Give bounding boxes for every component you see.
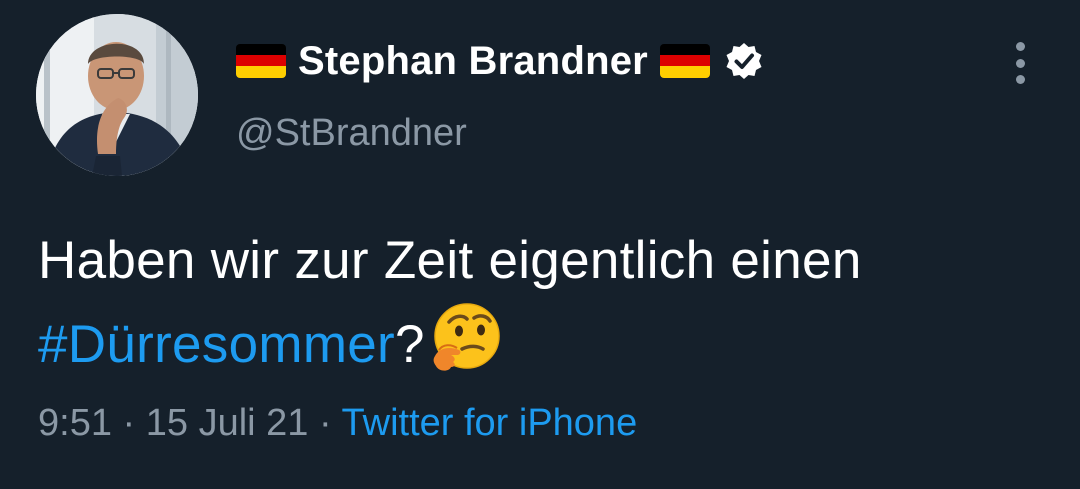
germany-flag-icon — [236, 44, 286, 78]
tweet-text: Haben wir zur Zeit eigentlich einen #Dürr… — [38, 222, 1058, 384]
more-options-dot — [1015, 58, 1025, 68]
meta-separator: · — [318, 402, 332, 444]
more-options-dot — [1015, 75, 1025, 84]
tweet-meta: 9:51 · 15 Juli 21 · Twitter for iPhone — [38, 402, 637, 445]
more-options-dot — [1015, 42, 1025, 51]
avatar-photo — [36, 14, 198, 176]
tweet-body-text: Haben wir zur Zeit eigentlich einen — [38, 231, 862, 290]
author-name-row[interactable]: Stephan Brandner — [236, 36, 764, 86]
tweet-source-link[interactable]: Twitter for iPhone — [342, 402, 638, 444]
meta-separator: · — [122, 402, 136, 444]
more-options-icon[interactable] — [1004, 42, 1036, 84]
author-display-name[interactable]: Stephan Brandner — [298, 39, 648, 84]
verified-badge-icon — [724, 41, 764, 81]
thinking-face-icon — [429, 300, 503, 374]
tweet-time[interactable]: 9:51 — [38, 402, 112, 444]
tweet-date[interactable]: 15 Juli 21 — [146, 402, 309, 444]
germany-flag-icon — [659, 44, 710, 78]
avatar[interactable] — [36, 14, 198, 176]
tweet-question-mark: ? — [395, 315, 425, 374]
hashtag-link[interactable]: #Dürresommer — [38, 315, 395, 374]
author-handle[interactable]: @StBrandner — [236, 112, 467, 155]
